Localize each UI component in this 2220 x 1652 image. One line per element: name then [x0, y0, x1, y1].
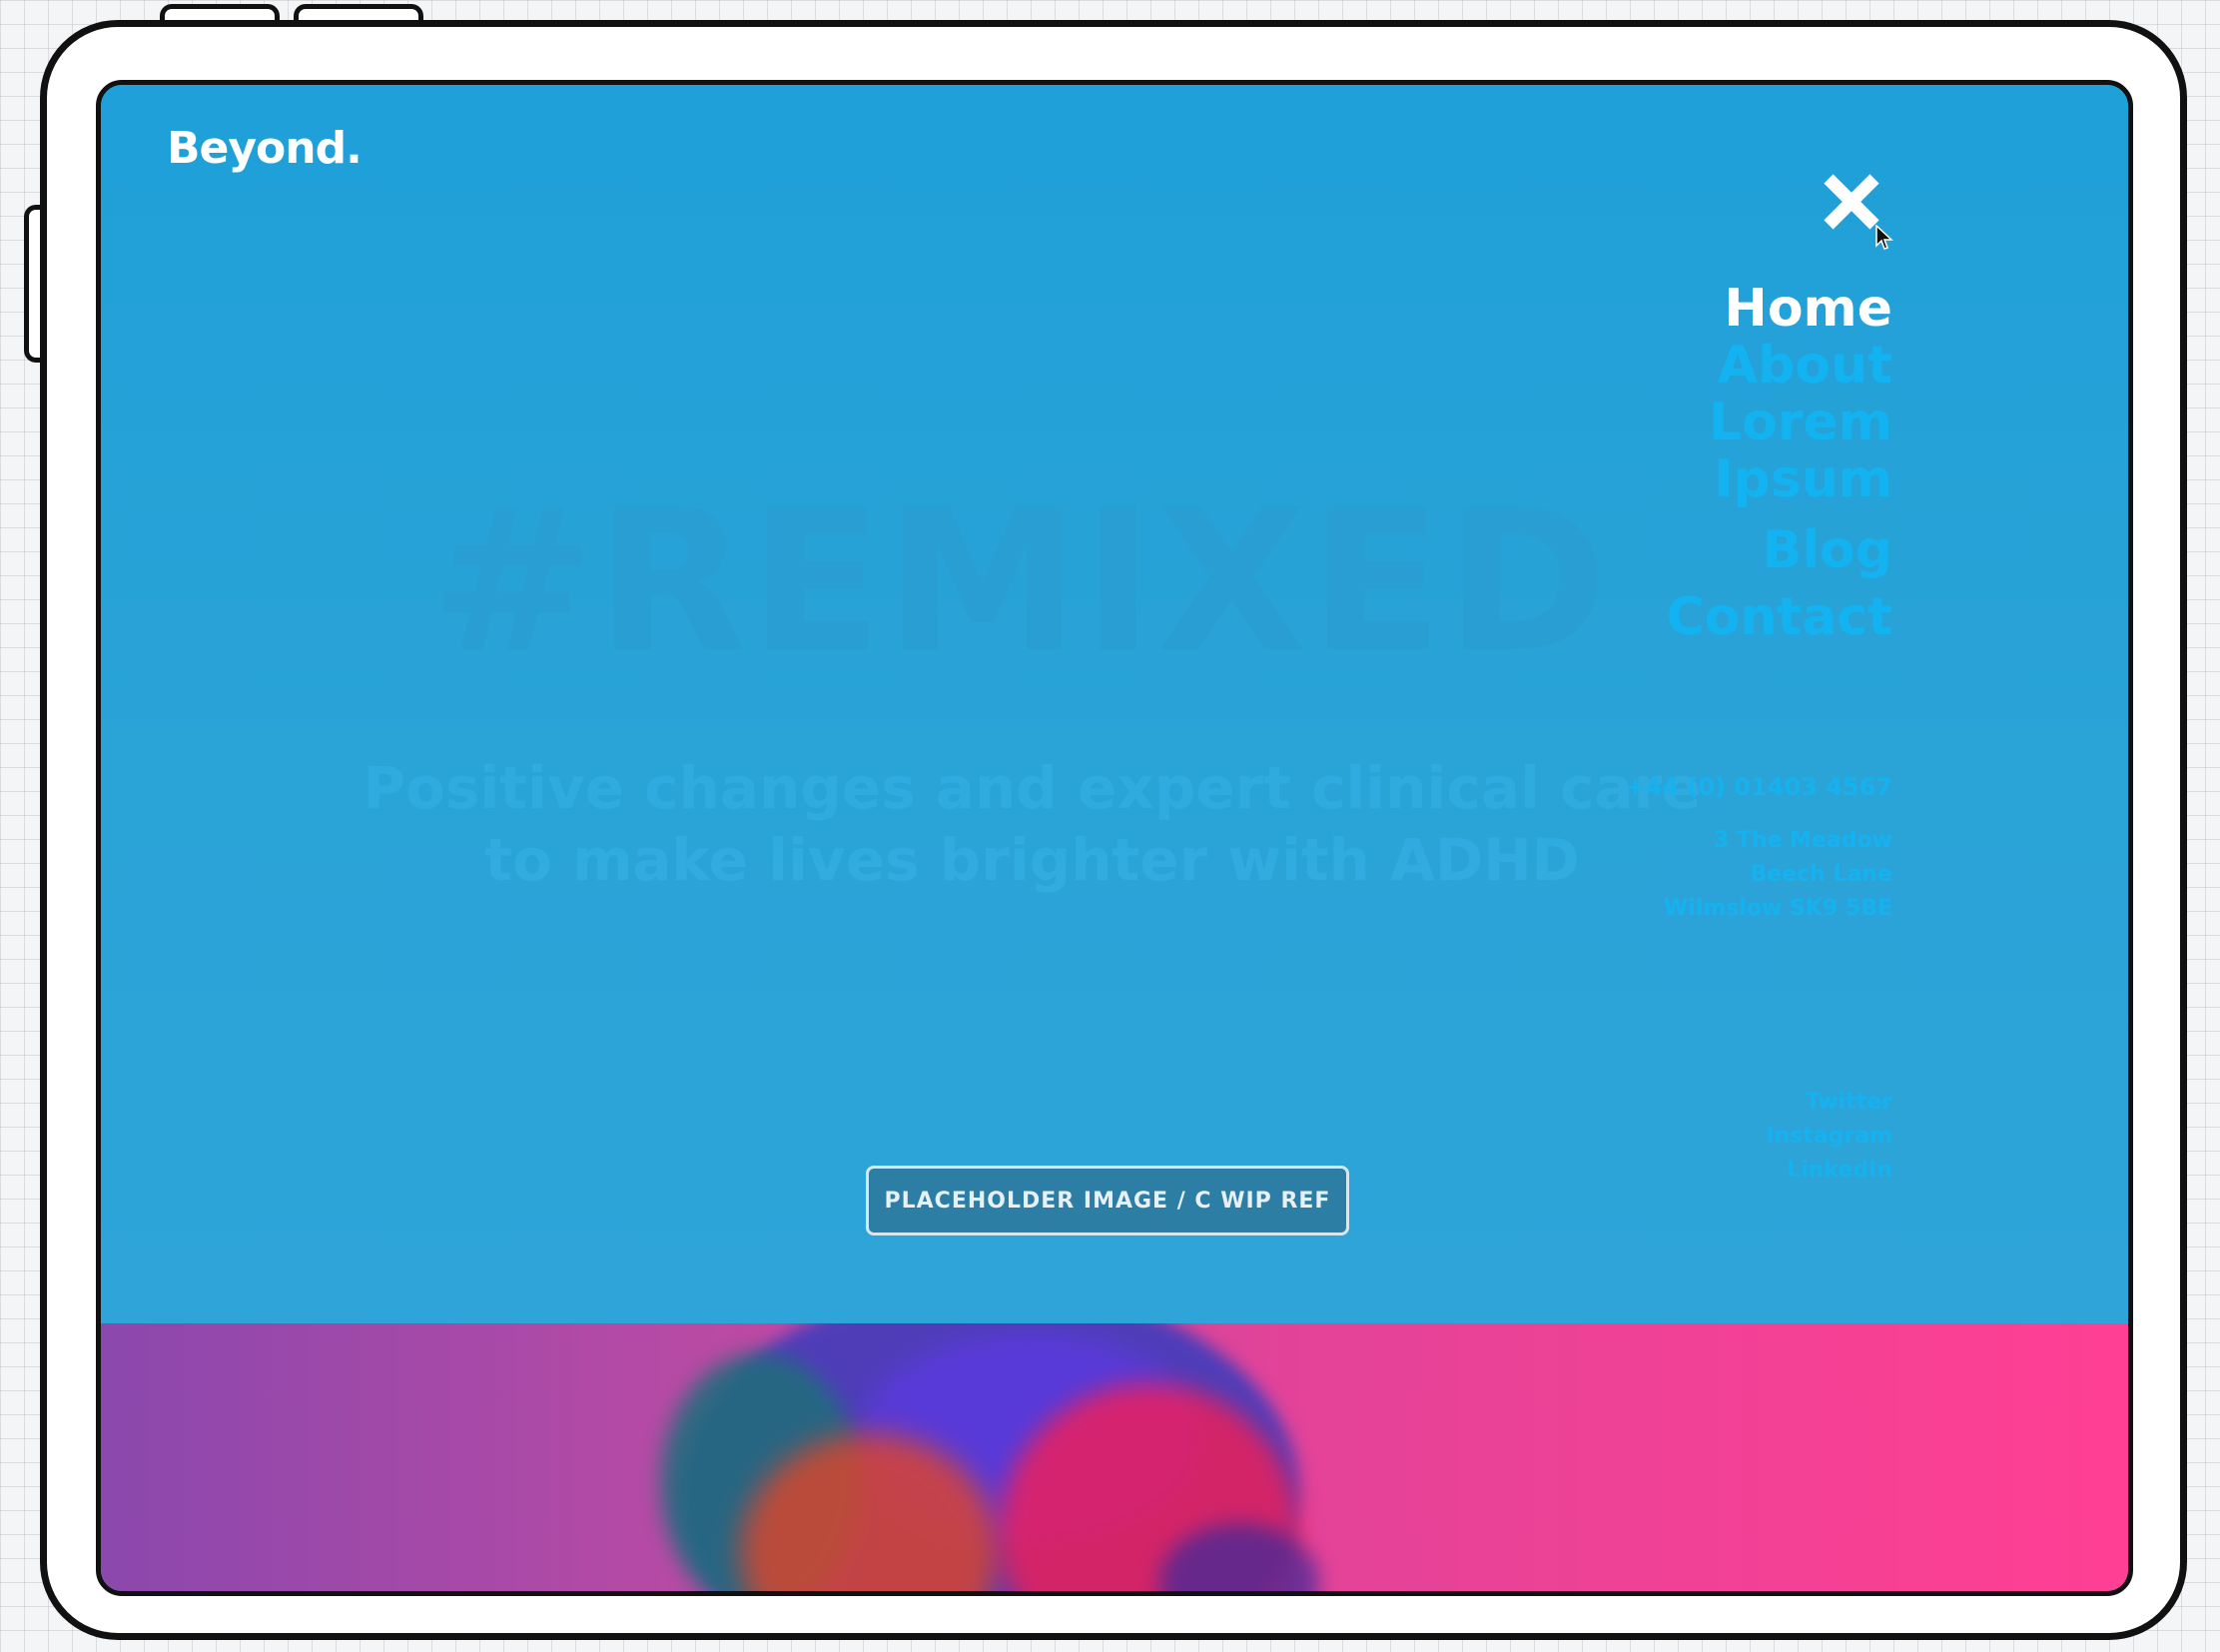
- menu-item-ipsum[interactable]: Ipsum: [1666, 451, 1892, 508]
- social-link-twitter[interactable]: Twitter: [1766, 1086, 1892, 1120]
- contact-details: +44 (0) 01403 4567 3 The Meadow Beech La…: [1625, 770, 1892, 926]
- address-line-2: Beech Lane: [1750, 862, 1892, 887]
- address: 3 The Meadow Beech Lane Wilmslow SK9 5BE: [1625, 824, 1892, 926]
- cursor-icon: [1875, 224, 1893, 251]
- address-line-1: 3 The Meadow: [1713, 828, 1892, 853]
- tablet-screen: #REMIXED Positive changes and expert cli…: [96, 80, 2133, 1596]
- menu-overlay: #REMIXED Positive changes and expert cli…: [101, 85, 2128, 1323]
- menu-item-blog[interactable]: Blog: [1666, 522, 1892, 579]
- main-menu: Home About Lorem Ipsum Blog Contact: [1666, 281, 1892, 646]
- phone-number[interactable]: +44 (0) 01403 4567: [1625, 770, 1892, 804]
- address-line-3: Wilmslow SK9 5BE: [1664, 896, 1892, 921]
- menu-item-lorem[interactable]: Lorem: [1666, 395, 1892, 451]
- placeholder-image-badge[interactable]: PLACEHOLDER IMAGE / C WIP REF: [866, 1166, 1349, 1236]
- social-link-linkedin[interactable]: LinkedIn: [1766, 1154, 1892, 1188]
- menu-item-home[interactable]: Home: [1666, 281, 1892, 338]
- menu-item-contact[interactable]: Contact: [1666, 589, 1892, 646]
- hero-heading: #REMIXED: [430, 468, 1610, 696]
- close-icon[interactable]: [1821, 171, 1882, 233]
- menu-item-about[interactable]: About: [1666, 338, 1892, 395]
- social-link-instagram[interactable]: Instagram: [1766, 1120, 1892, 1154]
- hero-image: [101, 1323, 2128, 1591]
- social-links: Twitter Instagram LinkedIn: [1766, 1086, 1892, 1188]
- brand-logo[interactable]: Beyond.: [167, 123, 363, 174]
